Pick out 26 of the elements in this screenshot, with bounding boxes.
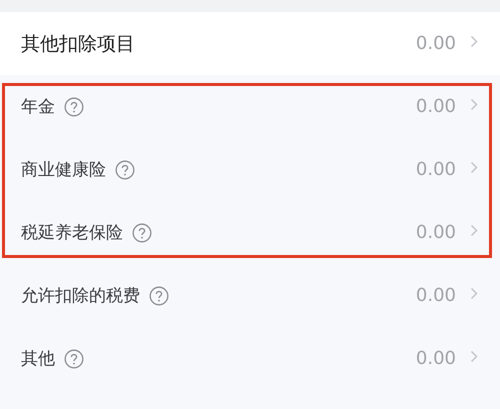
row-value: 0.00	[416, 285, 456, 306]
help-icon[interactable]	[132, 222, 152, 242]
help-icon[interactable]	[64, 96, 84, 116]
list-row[interactable]: 允许扣除的税费 0.00	[0, 264, 500, 327]
list-row[interactable]: 其他扣除项目 0.00	[0, 12, 500, 75]
row-label: 年金	[21, 96, 55, 118]
row-label: 允许扣除的税费	[21, 285, 140, 307]
row-value: 0.00	[416, 159, 456, 180]
chevron-icon	[470, 98, 478, 111]
chevron-icon	[470, 161, 478, 174]
row-value: 0.00	[416, 96, 456, 117]
help-icon[interactable]	[115, 160, 135, 180]
row-label: 商业健康险	[21, 159, 106, 181]
help-icon[interactable]	[64, 348, 84, 368]
row-label: 税延养老保险	[21, 222, 123, 244]
chevron-icon	[470, 35, 478, 48]
row-value: 0.00	[416, 348, 456, 369]
row-label: 其他	[21, 348, 55, 370]
list-row[interactable]: 其他 0.00	[0, 327, 500, 390]
chevron-icon	[470, 350, 478, 363]
row-label: 其他扣除项目	[21, 32, 135, 56]
chevron-icon	[470, 287, 478, 300]
help-icon[interactable]	[149, 286, 169, 306]
row-value: 0.00	[416, 33, 456, 54]
chevron-icon	[470, 224, 478, 237]
row-value: 0.00	[416, 222, 456, 243]
